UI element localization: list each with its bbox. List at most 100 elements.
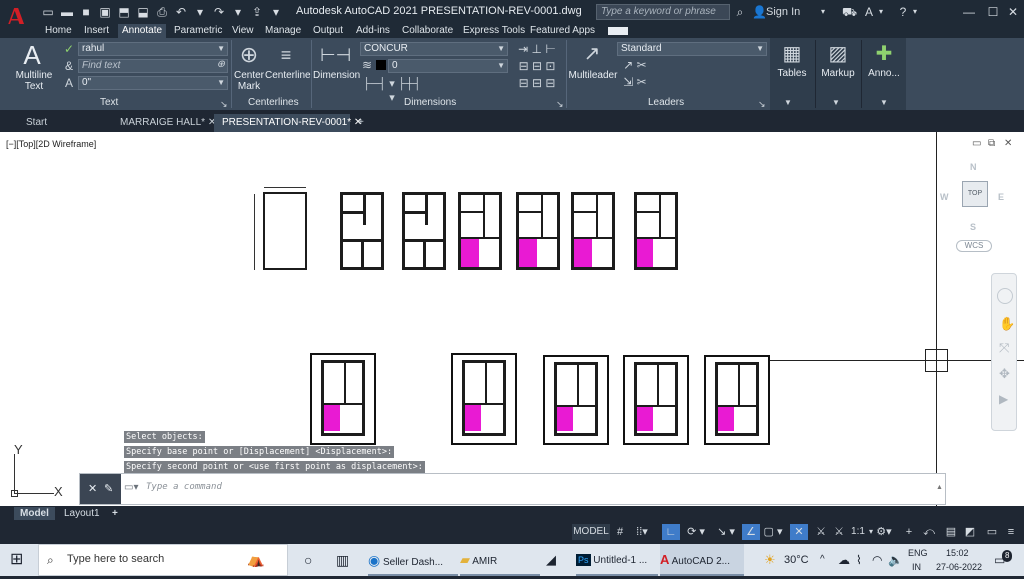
wcs-menu[interactable]: WCS — [956, 240, 992, 252]
command-input[interactable]: Type a command — [146, 482, 222, 492]
new-file-icon[interactable]: ▭ — [40, 4, 56, 20]
taskbar-app-autocad[interactable]: A AutoCAD 2... — [660, 544, 744, 576]
plan-furnished-4[interactable] — [458, 192, 502, 270]
zoom-extents-icon[interactable]: ⤧ — [999, 340, 1009, 356]
doc-tab-start[interactable]: Start — [18, 114, 110, 132]
table-icon[interactable]: ▦ — [780, 42, 804, 66]
ribbon-minimize-toggle[interactable] — [608, 27, 628, 35]
close-icon[interactable]: ✕ — [1006, 4, 1020, 20]
minimize-icon[interactable]: — — [962, 4, 976, 20]
pinned-app-icon[interactable]: ◢ — [546, 544, 564, 576]
user-icon[interactable]: 👤 — [752, 4, 767, 20]
quick-properties-icon[interactable]: ▤ — [942, 524, 960, 540]
annotation-monitor-icon[interactable]: ✚ — [872, 42, 896, 66]
text-height-select[interactable]: 0" ▼ — [78, 76, 228, 90]
tab-output[interactable]: Output — [313, 24, 343, 38]
dimension-button[interactable]: Dimension — [313, 70, 360, 81]
multileader-style-select[interactable]: Standard ▼ — [617, 42, 767, 56]
dimension-edit-icons[interactable]: ⇥ ⊥ ⊢ — [512, 42, 562, 56]
sign-in-link[interactable]: Sign In — [766, 4, 800, 20]
model-space-toggle[interactable]: MODEL — [572, 524, 610, 540]
orbit-icon[interactable]: ✥ — [999, 366, 1010, 382]
layout-tab-layout1[interactable]: Layout1 — [64, 507, 100, 520]
dimension-break-icons[interactable]: ⊟ ⊟ ⊟ — [512, 76, 562, 90]
weather-temperature[interactable]: 30°C — [784, 544, 809, 576]
open-folder-icon[interactable]: ▬ — [59, 4, 75, 20]
taskbar-search[interactable]: ⌕ Type here to search ⛺ — [38, 544, 288, 576]
tab-collaborate[interactable]: Collaborate — [402, 24, 453, 38]
help-search-input[interactable]: Type a keyword or phrase — [596, 4, 730, 20]
dialog-launcher-icon[interactable]: ↘ — [220, 97, 228, 111]
tab-featured-apps[interactable]: Featured Apps — [530, 24, 595, 38]
tab-annotate[interactable]: Annotate — [118, 24, 167, 38]
plan-walls-2[interactable] — [340, 192, 384, 270]
network-icon[interactable]: ⌇ — [856, 544, 862, 576]
multileader-icon[interactable]: ↗ — [578, 42, 606, 66]
windows-start-icon[interactable]: ⊞ — [10, 544, 28, 576]
search-icon[interactable]: ⌕ — [733, 4, 747, 20]
dimension-style-select[interactable]: CONCUR ▼ — [360, 42, 508, 56]
annotation-button[interactable]: Anno... — [864, 68, 904, 79]
region-indicator[interactable]: IN — [912, 560, 921, 574]
viewport-minimize-icon[interactable]: ▭ — [972, 138, 981, 149]
spell-check-icon[interactable]: ✓ — [62, 42, 76, 56]
language-indicator[interactable]: ENG — [908, 546, 928, 560]
sheet-frame-3[interactable] — [543, 355, 609, 445]
save-web-icon[interactable]: ⬓ — [135, 4, 151, 20]
centerline-icon[interactable]: ≡ — [272, 44, 300, 66]
layout-tab-model[interactable]: Model — [14, 507, 55, 520]
tab-insert[interactable]: Insert — [84, 24, 109, 38]
onedrive-icon[interactable]: ☁ — [838, 544, 850, 576]
clock-time[interactable]: 15:02 — [946, 546, 969, 560]
tab-manage[interactable]: Manage — [265, 24, 301, 38]
multiline-text-button[interactable]: Multiline Text — [14, 70, 54, 92]
maximize-icon[interactable]: ☐ — [986, 4, 1000, 20]
sheet-frame-2[interactable] — [451, 353, 517, 445]
dimensions-panel-label[interactable]: Dimensions — [404, 97, 456, 108]
graphics-performance-icon[interactable]: ◩ — [962, 524, 978, 540]
find-text-input[interactable]: Find text ⊕ — [78, 59, 228, 73]
chevron-down-icon[interactable]: ▼ — [784, 96, 792, 110]
add-layout-button[interactable]: + — [112, 507, 118, 520]
multileader-button[interactable]: Multileader — [568, 70, 618, 81]
plan-outline-1[interactable] — [263, 192, 307, 270]
text-height-icon[interactable]: A — [62, 76, 76, 90]
plan-furnished-5[interactable] — [516, 192, 560, 270]
multiline-text-icon[interactable]: A — [20, 42, 44, 68]
text-style-select[interactable]: rahul ▼ — [78, 42, 228, 56]
annotation-scale-select[interactable]: 1:1 — [848, 524, 868, 540]
annotation-scale-icon[interactable]: ⚔ — [832, 524, 846, 540]
customization-menu-icon[interactable]: ≡ — [1004, 524, 1018, 540]
tables-button[interactable]: Tables — [774, 68, 810, 79]
plan-furnished-6[interactable] — [571, 192, 615, 270]
chevron-down-icon[interactable]: ▼ — [832, 96, 840, 110]
clean-screen-icon[interactable]: ▭ — [984, 524, 1000, 540]
undo-dropdown-icon[interactable]: ▾ — [192, 4, 208, 20]
annotation-monitor-plus-icon[interactable]: + — [902, 524, 916, 540]
undo-icon[interactable]: ↶ — [173, 4, 189, 20]
align-leader-icons[interactable]: ⇲ ✂ — [618, 75, 652, 89]
snap-mode-icon[interactable]: ⁞⁞▾ — [630, 524, 654, 540]
sheet-frame-1[interactable] — [310, 353, 376, 445]
recent-commands-icon[interactable]: ▭▾ — [124, 482, 138, 493]
taskbar-app-photoshop[interactable]: Ps Untitled-1 ... — [576, 544, 658, 576]
clock-date[interactable]: 27-06-2022 — [936, 560, 982, 574]
compass-east[interactable]: E — [998, 192, 1004, 202]
viewport-restore-icon[interactable]: ⧉ — [988, 138, 995, 149]
text-style-icon[interactable]: & — [62, 59, 76, 73]
help-icon[interactable]: ? — [896, 4, 910, 20]
object-snap-tracking-icon[interactable]: ∠ — [742, 524, 760, 540]
text-panel-label[interactable]: Text — [100, 97, 118, 108]
annotation-visibility-icon[interactable]: ✕ — [790, 524, 808, 540]
share-icon[interactable]: ⇪ — [249, 4, 265, 20]
weather-icon[interactable]: ☀ — [764, 544, 778, 576]
help-dropdown-icon[interactable]: ▾ — [910, 4, 920, 20]
dialog-launcher-icon[interactable]: ↘ — [556, 97, 564, 111]
volume-icon[interactable]: 🔈 — [888, 544, 903, 576]
tab-add-ins[interactable]: Add-ins — [356, 24, 390, 38]
taskbar-app-edge[interactable]: ◉ Seller Dash... — [368, 544, 458, 576]
tab-home[interactable]: Home — [45, 24, 72, 38]
steering-wheel-icon[interactable] — [997, 288, 1013, 304]
widgets-icon[interactable]: ▥ — [336, 544, 354, 576]
center-mark-button[interactable]: Center Mark — [234, 70, 264, 92]
